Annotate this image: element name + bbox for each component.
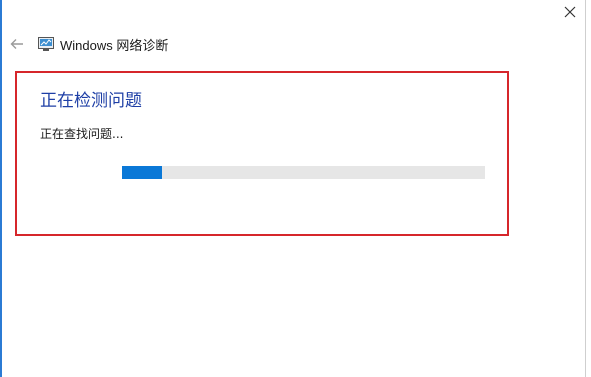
window-title: Windows 网络诊断 — [60, 37, 169, 53]
page-heading: 正在检测问题 — [40, 91, 142, 111]
close-icon — [564, 6, 576, 18]
status-text: 正在查找问题... — [40, 127, 124, 141]
diagnostics-window: Windows 网络诊断 正在检测问题 正在查找问题... — [0, 0, 591, 377]
progress-bar-fill — [122, 166, 162, 179]
back-button[interactable] — [8, 35, 26, 53]
title-bar: Windows 网络诊断 — [38, 34, 168, 54]
back-arrow-icon — [10, 39, 23, 49]
window-left-edge — [0, 0, 2, 377]
progress-bar — [122, 166, 485, 179]
close-button[interactable] — [559, 2, 581, 22]
window-scroll-edge — [585, 0, 591, 377]
network-diagnostics-icon — [38, 37, 54, 51]
